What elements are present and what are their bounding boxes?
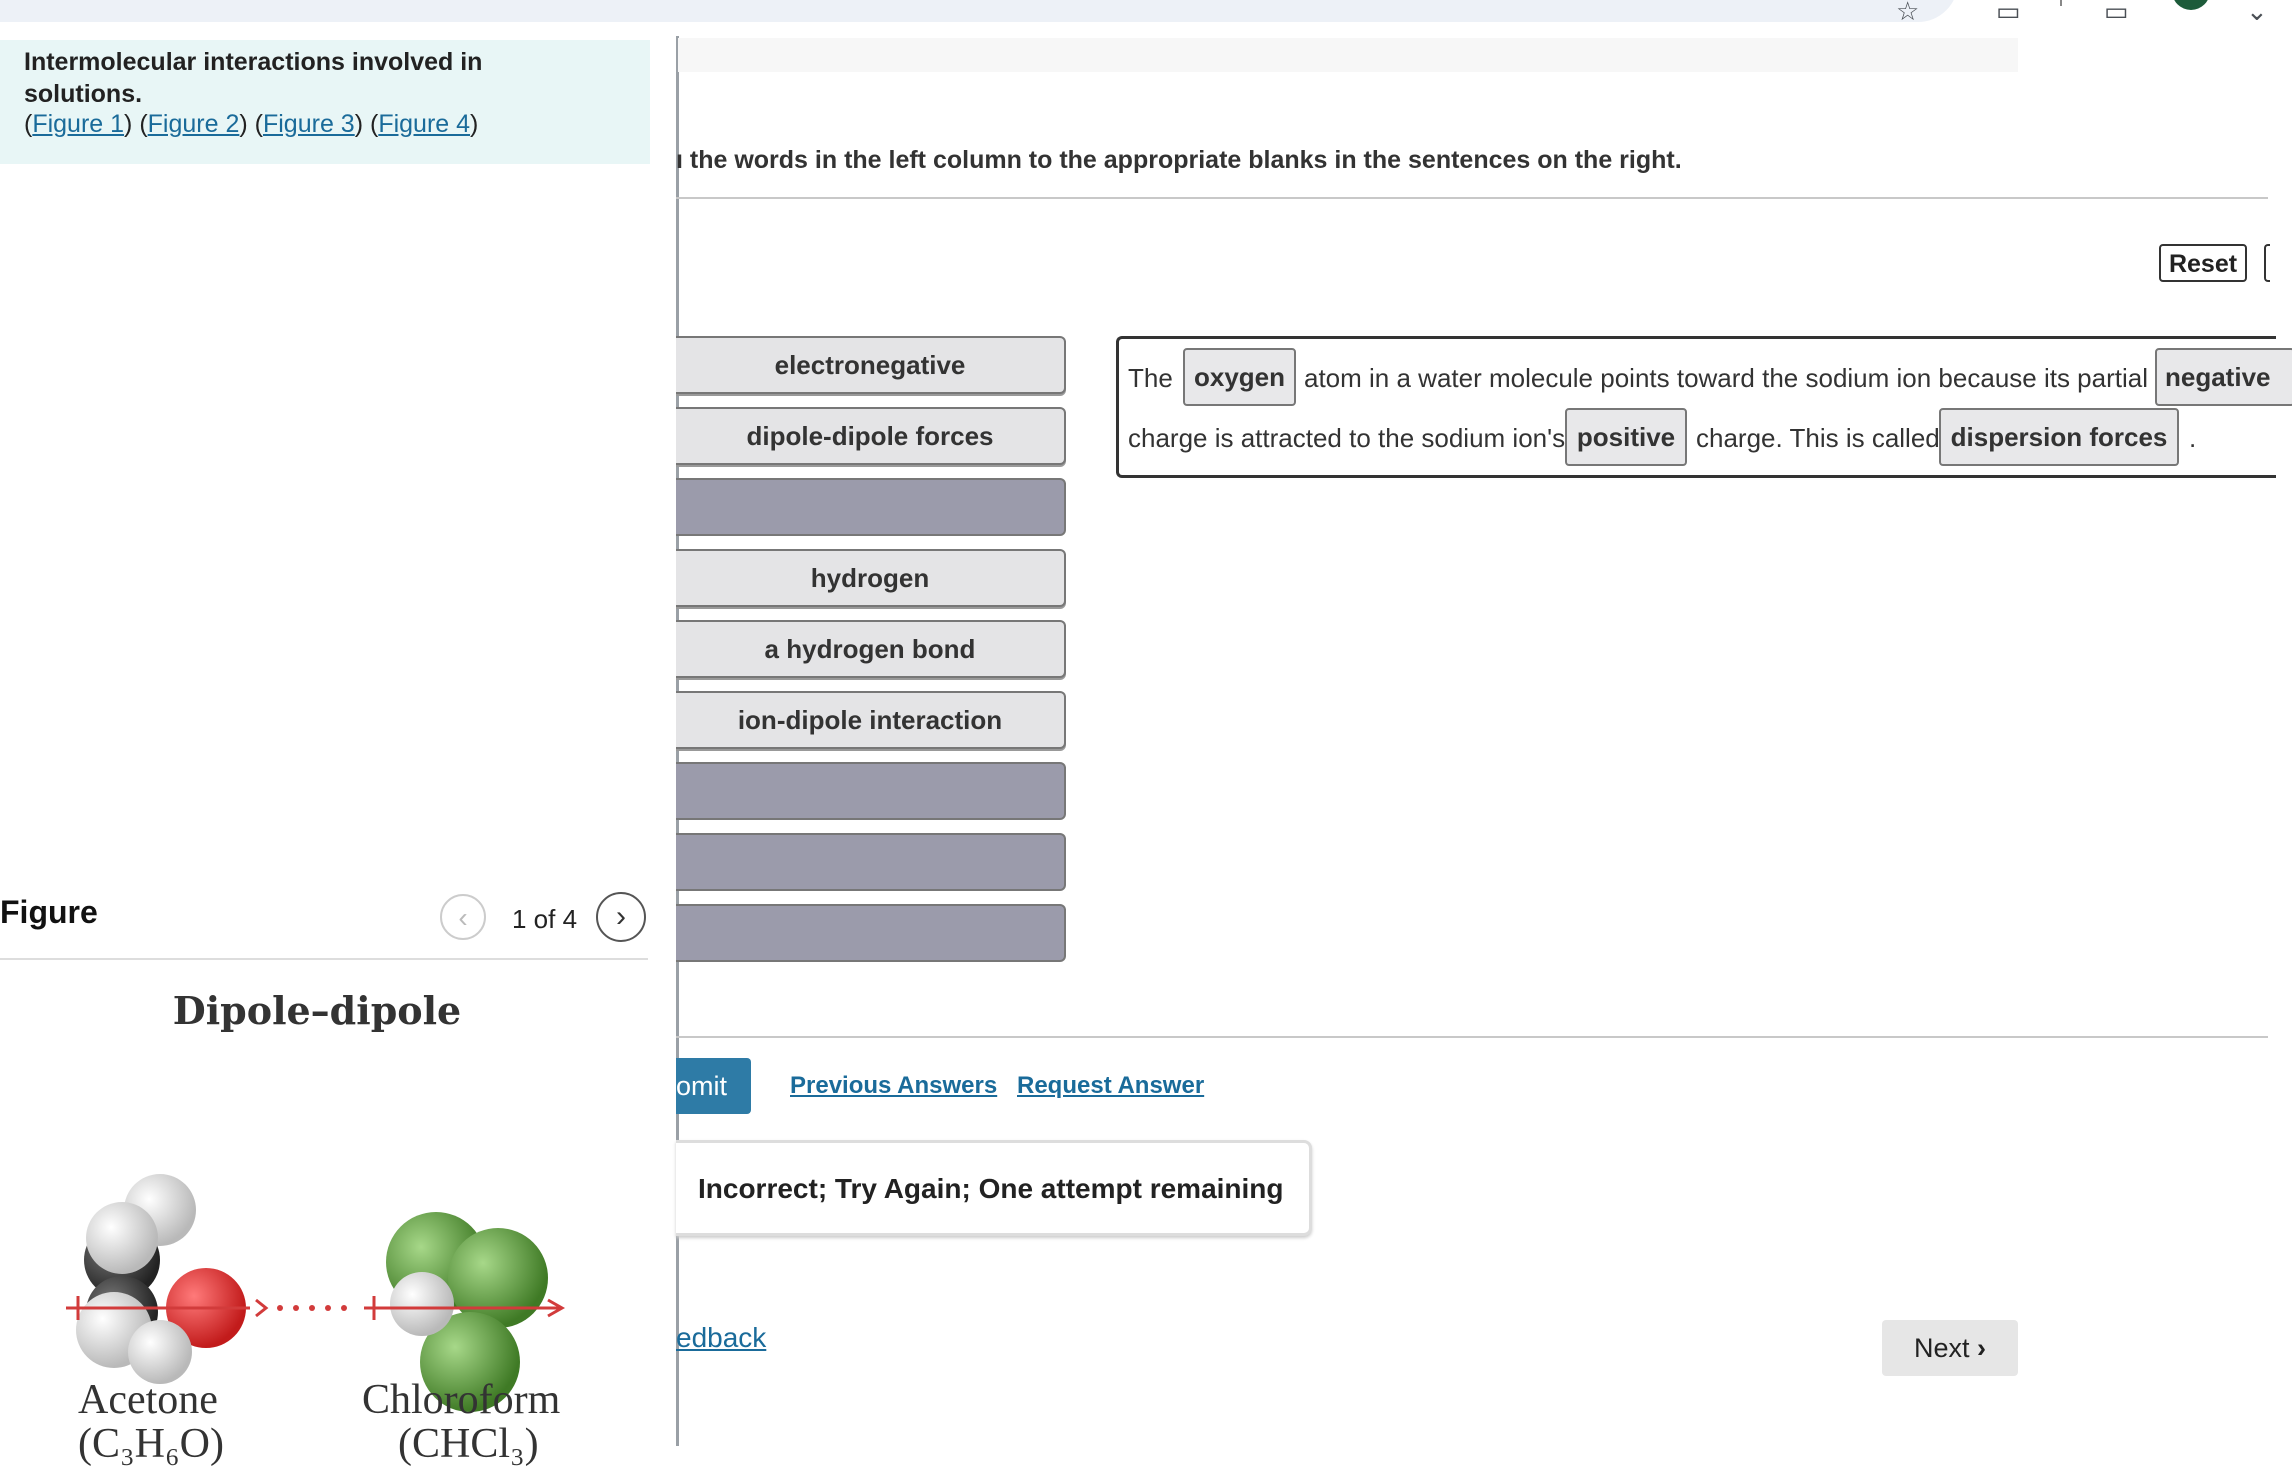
request-answer-link[interactable]: Request Answer: [1017, 1072, 1204, 1100]
chevron-right-icon: ›: [616, 900, 626, 933]
previous-answers-link[interactable]: Previous Answers: [790, 1072, 997, 1100]
feedback-message: Incorrect; Try Again; One attempt remain…: [698, 1173, 1284, 1204]
toolbar-divider: [2060, 0, 2062, 6]
sentence-text: charge is attracted to the sodium ion's: [1128, 423, 1566, 453]
chloroform-formula: (CHCl₃): [398, 1421, 539, 1467]
browser-toolbar: ☆ ▭ ▭ ⌄: [0, 0, 2292, 36]
empty-tile-slot: [676, 904, 1066, 962]
figure-next-button[interactable]: ›: [596, 892, 646, 942]
help-button-edge[interactable]: [2264, 244, 2270, 282]
sidepanel-icon[interactable]: ▭: [2104, 0, 2129, 24]
blank-3[interactable]: positive: [1565, 408, 1687, 466]
acetone-molecule: [76, 1174, 246, 1384]
left-panel: Intermolecular interactions involved in …: [0, 36, 679, 1467]
feedback-link[interactable]: edback: [676, 1322, 766, 1354]
empty-tile-slot: [676, 762, 1066, 820]
word-tile[interactable]: a hydrogen bond: [676, 620, 1066, 678]
reset-button[interactable]: Reset: [2159, 244, 2247, 282]
figure-title: Dipole–dipole: [172, 988, 462, 1033]
figure-prev-button[interactable]: ‹: [440, 894, 486, 940]
acetone-label: Acetone: [78, 1377, 218, 1423]
sentence-box: The oxygen atom in a water molecule poin…: [1116, 336, 2292, 478]
intro-box: Intermolecular interactions involved in …: [0, 40, 650, 164]
intro-title: Intermolecular interactions involved in …: [24, 48, 483, 108]
chloroform-label: Chloroform: [362, 1377, 561, 1423]
sentence-text: atom in a water molecule points toward t…: [1304, 363, 2148, 393]
instructions: ı the words in the left column to the ap…: [676, 146, 1682, 174]
star-icon[interactable]: ☆: [1896, 0, 1919, 24]
blank-2[interactable]: negative: [2155, 348, 2292, 406]
submit-label: omit: [675, 1071, 727, 1101]
figure-links: (Figure 1) (Figure 2) (Figure 3) (Figure…: [24, 110, 479, 138]
figure-link-3[interactable]: Figure 3: [263, 110, 355, 138]
figure-counter: 1 of 4: [512, 904, 578, 934]
empty-tile-slot: [676, 833, 1066, 891]
acetone-formula: (C₃H₆O): [78, 1421, 224, 1467]
word-tile[interactable]: dipole-dipole forces: [676, 407, 1066, 465]
word-tile[interactable]: hydrogen: [676, 549, 1066, 607]
sentence-text: charge. This is called: [1696, 423, 1940, 453]
blank-4[interactable]: dispersion forces: [1939, 408, 2179, 466]
divider-top: [676, 197, 2268, 199]
avatar[interactable]: [2172, 0, 2210, 10]
next-button[interactable]: Next ›: [1882, 1320, 2018, 1376]
feedback-box: Incorrect; Try Again; One attempt remain…: [676, 1140, 1312, 1236]
chevron-left-icon: ‹: [458, 902, 468, 933]
figure-link-2[interactable]: Figure 2: [148, 110, 240, 138]
submit-button[interactable]: omit: [676, 1058, 751, 1114]
interaction-dots: [277, 1305, 347, 1311]
word-tile[interactable]: ion-dipole interaction: [676, 691, 1066, 749]
next-label: Next: [1913, 1333, 1970, 1363]
figure-link-4[interactable]: Figure 4: [378, 110, 470, 138]
figure-divider: [0, 958, 648, 960]
figure-heading: Figure: [0, 894, 98, 930]
divider-bottom: [676, 1036, 2268, 1038]
address-bar[interactable]: [0, 0, 1958, 22]
blank-1[interactable]: oxygen: [1183, 348, 1296, 406]
figure-link-1[interactable]: Figure 1: [32, 110, 124, 138]
word-tile[interactable]: electronegative: [676, 336, 1066, 394]
chevron-down-icon[interactable]: ⌄: [2246, 0, 2268, 24]
window-icon[interactable]: ▭: [1996, 0, 2021, 24]
sentence-period: .: [2189, 423, 2197, 453]
empty-tile-slot: [676, 478, 1066, 536]
chevron-right-icon: ›: [1977, 1333, 1987, 1363]
sentence-text: The: [1128, 363, 1173, 393]
header-bar: [678, 38, 2018, 72]
